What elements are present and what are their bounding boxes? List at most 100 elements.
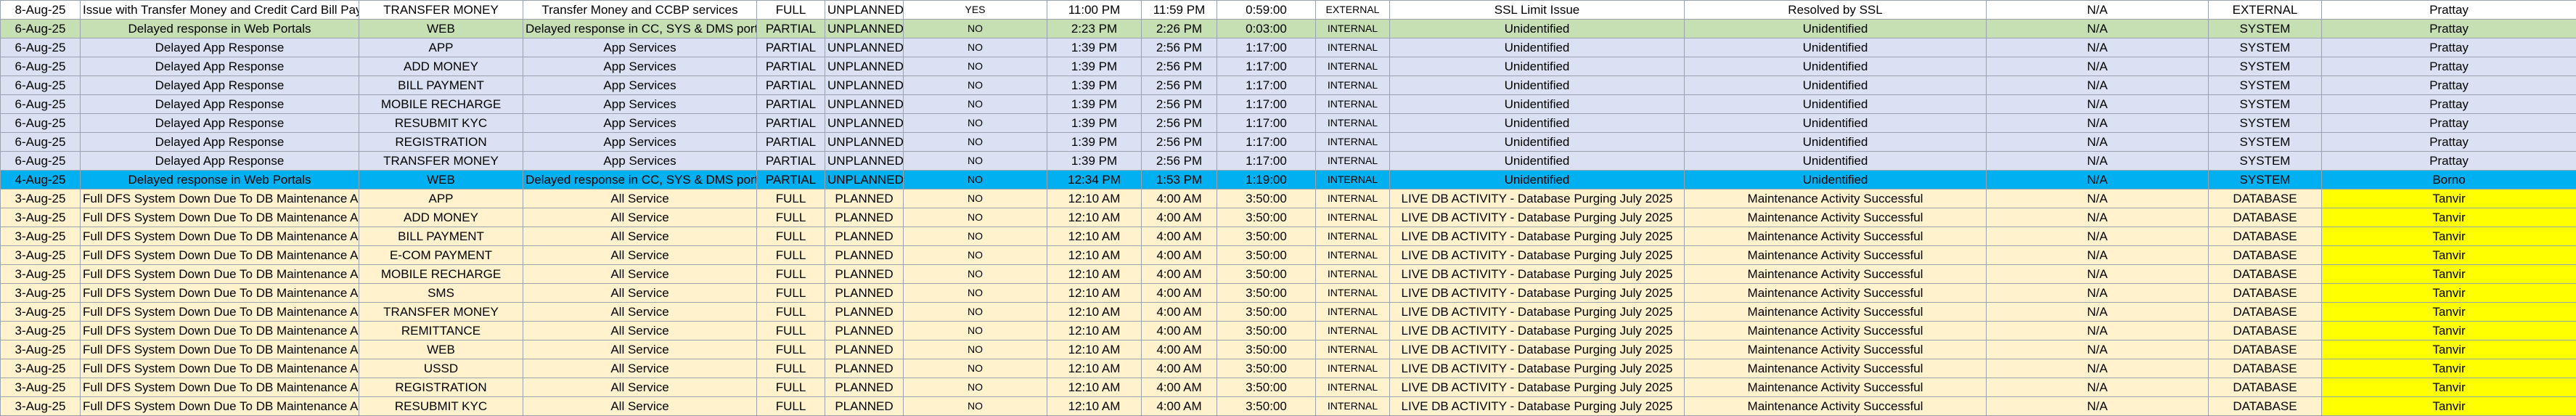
cell-type[interactable]: UNPLANNED xyxy=(825,151,904,171)
cell-end-time[interactable]: 4:00 AM xyxy=(1141,283,1217,303)
cell-end-time[interactable]: 4:00 AM xyxy=(1141,208,1217,227)
cell-ticket[interactable]: N/A xyxy=(1986,227,2209,246)
cell-incident[interactable]: Delayed App Response xyxy=(80,38,359,57)
cell-resolution[interactable]: Unidentified xyxy=(1684,113,1987,133)
cell-incident[interactable]: Full DFS System Down Due To DB Maintenan… xyxy=(80,264,359,284)
cell-ticket[interactable]: N/A xyxy=(1986,57,2209,76)
cell-duration[interactable]: 3:50:00 xyxy=(1217,396,1316,416)
cell-impact[interactable]: PARTIAL xyxy=(756,113,825,133)
cell-start-time[interactable]: 1:39 PM xyxy=(1047,38,1142,57)
cell-root-cause[interactable]: Unidentified xyxy=(1389,57,1685,76)
cell-affected-services[interactable]: All Service xyxy=(523,264,757,284)
cell-ticket[interactable]: N/A xyxy=(1986,302,2209,322)
cell-resolution[interactable]: Maintenance Activity Successful xyxy=(1684,189,1987,208)
cell-start-time[interactable]: 2:23 PM xyxy=(1047,19,1142,38)
cell-type[interactable]: PLANNED xyxy=(825,396,904,416)
cell-team[interactable]: SYSTEM xyxy=(2208,113,2322,133)
cell-impact[interactable]: FULL xyxy=(756,302,825,322)
cell-resolution[interactable]: Maintenance Activity Successful xyxy=(1684,340,1987,359)
cell-flag[interactable]: NO xyxy=(903,189,1047,208)
cell-date[interactable]: 6-Aug-25 xyxy=(0,132,81,152)
cell-service[interactable]: WEB xyxy=(359,340,523,359)
cell-affected-services[interactable]: All Service xyxy=(523,245,757,265)
cell-type[interactable]: PLANNED xyxy=(825,245,904,265)
cell-root-cause[interactable]: LIVE DB ACTIVITY - Database Purging July… xyxy=(1389,340,1685,359)
cell-service[interactable]: REGISTRATION xyxy=(359,378,523,397)
cell-resolution[interactable]: Maintenance Activity Successful xyxy=(1684,396,1987,416)
cell-start-time[interactable]: 12:10 AM xyxy=(1047,208,1142,227)
cell-service[interactable]: BILL PAYMENT xyxy=(359,76,523,95)
cell-incident[interactable]: Full DFS System Down Due To DB Maintenan… xyxy=(80,378,359,397)
cell-end-time[interactable]: 2:56 PM xyxy=(1141,76,1217,95)
cell-date[interactable]: 3-Aug-25 xyxy=(0,396,81,416)
cell-flag[interactable]: NO xyxy=(903,170,1047,189)
cell-resolution[interactable]: Unidentified xyxy=(1684,170,1987,189)
cell-resolution[interactable]: Unidentified xyxy=(1684,57,1987,76)
cell-team[interactable]: DATABASE xyxy=(2208,321,2322,340)
cell-owner[interactable]: Prattay xyxy=(2321,113,2576,133)
cell-date[interactable]: 3-Aug-25 xyxy=(0,302,81,322)
cell-start-time[interactable]: 12:10 AM xyxy=(1047,359,1142,378)
cell-flag[interactable]: NO xyxy=(903,245,1047,265)
cell-category[interactable]: INTERNAL xyxy=(1315,283,1390,303)
cell-root-cause[interactable]: LIVE DB ACTIVITY - Database Purging July… xyxy=(1389,264,1685,284)
cell-flag[interactable]: NO xyxy=(903,396,1047,416)
cell-team[interactable]: DATABASE xyxy=(2208,208,2322,227)
cell-category[interactable]: INTERNAL xyxy=(1315,340,1390,359)
cell-incident[interactable]: Full DFS System Down Due To DB Maintenan… xyxy=(80,359,359,378)
cell-affected-services[interactable]: All Service xyxy=(523,208,757,227)
cell-duration[interactable]: 3:50:00 xyxy=(1217,208,1316,227)
cell-root-cause[interactable]: LIVE DB ACTIVITY - Database Purging July… xyxy=(1389,378,1685,397)
cell-incident[interactable]: Full DFS System Down Due To DB Maintenan… xyxy=(80,227,359,246)
cell-incident[interactable]: Delayed response in Web Portals xyxy=(80,170,359,189)
cell-resolution[interactable]: Unidentified xyxy=(1684,151,1987,171)
cell-duration[interactable]: 3:50:00 xyxy=(1217,227,1316,246)
cell-ticket[interactable]: N/A xyxy=(1986,0,2209,20)
cell-owner[interactable]: Prattay xyxy=(2321,0,2576,20)
cell-end-time[interactable]: 4:00 AM xyxy=(1141,340,1217,359)
cell-category[interactable]: INTERNAL xyxy=(1315,208,1390,227)
cell-start-time[interactable]: 1:39 PM xyxy=(1047,113,1142,133)
cell-incident[interactable]: Full DFS System Down Due To DB Maintenan… xyxy=(80,208,359,227)
cell-team[interactable]: DATABASE xyxy=(2208,359,2322,378)
cell-duration[interactable]: 1:19:00 xyxy=(1217,170,1316,189)
cell-date[interactable]: 4-Aug-25 xyxy=(0,170,81,189)
cell-impact[interactable]: PARTIAL xyxy=(756,19,825,38)
cell-affected-services[interactable]: All Service xyxy=(523,378,757,397)
cell-ticket[interactable]: N/A xyxy=(1986,189,2209,208)
cell-root-cause[interactable]: Unidentified xyxy=(1389,151,1685,171)
cell-team[interactable]: DATABASE xyxy=(2208,245,2322,265)
cell-owner[interactable]: Tanvir xyxy=(2321,208,2576,227)
cell-type[interactable]: UNPLANNED xyxy=(825,38,904,57)
cell-end-time[interactable]: 4:00 AM xyxy=(1141,396,1217,416)
cell-date[interactable]: 6-Aug-25 xyxy=(0,113,81,133)
cell-team[interactable]: DATABASE xyxy=(2208,227,2322,246)
cell-category[interactable]: INTERNAL xyxy=(1315,170,1390,189)
cell-incident[interactable]: Delayed App Response xyxy=(80,57,359,76)
cell-impact[interactable]: FULL xyxy=(756,264,825,284)
cell-end-time[interactable]: 2:56 PM xyxy=(1141,94,1217,114)
cell-team[interactable]: SYSTEM xyxy=(2208,151,2322,171)
cell-incident[interactable]: Delayed App Response xyxy=(80,132,359,152)
cell-category[interactable]: INTERNAL xyxy=(1315,76,1390,95)
cell-start-time[interactable]: 12:10 AM xyxy=(1047,321,1142,340)
cell-incident[interactable]: Delayed response in Web Portals xyxy=(80,19,359,38)
cell-ticket[interactable]: N/A xyxy=(1986,321,2209,340)
cell-duration[interactable]: 1:17:00 xyxy=(1217,57,1316,76)
cell-owner[interactable]: Tanvir xyxy=(2321,245,2576,265)
cell-team[interactable]: DATABASE xyxy=(2208,189,2322,208)
cell-resolution[interactable]: Unidentified xyxy=(1684,19,1987,38)
cell-incident[interactable]: Full DFS System Down Due To DB Maintenan… xyxy=(80,321,359,340)
cell-incident[interactable]: Delayed App Response xyxy=(80,76,359,95)
cell-date[interactable]: 6-Aug-25 xyxy=(0,94,81,114)
cell-start-time[interactable]: 12:10 AM xyxy=(1047,378,1142,397)
cell-date[interactable]: 3-Aug-25 xyxy=(0,208,81,227)
cell-owner[interactable]: Tanvir xyxy=(2321,189,2576,208)
cell-type[interactable]: PLANNED xyxy=(825,321,904,340)
cell-ticket[interactable]: N/A xyxy=(1986,283,2209,303)
cell-category[interactable]: INTERNAL xyxy=(1315,321,1390,340)
cell-end-time[interactable]: 4:00 AM xyxy=(1141,189,1217,208)
cell-service[interactable]: TRANSFER MONEY xyxy=(359,151,523,171)
cell-duration[interactable]: 1:17:00 xyxy=(1217,151,1316,171)
cell-ticket[interactable]: N/A xyxy=(1986,170,2209,189)
